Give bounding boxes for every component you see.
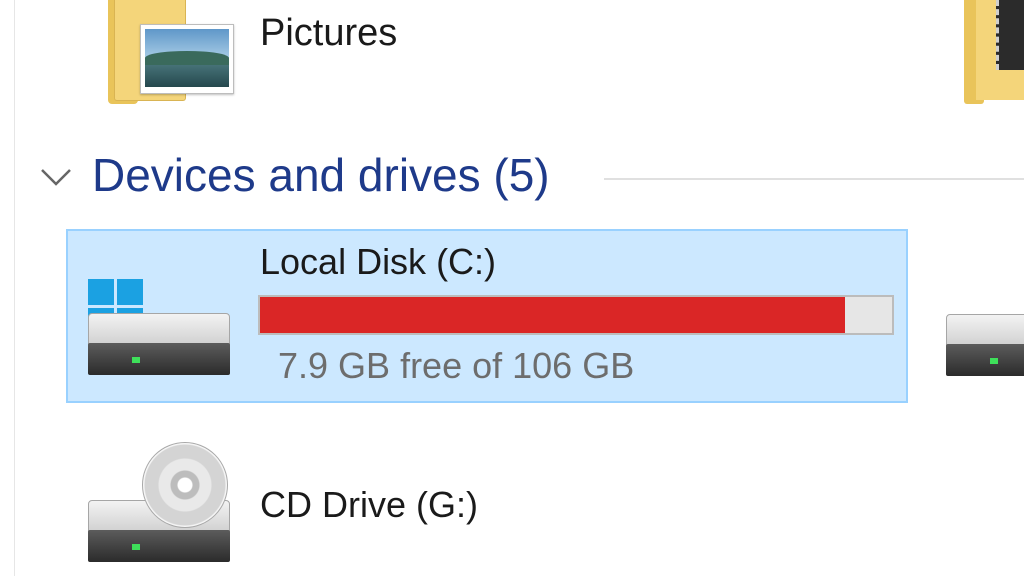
pictures-label: Pictures bbox=[260, 12, 398, 54]
usage-bar-fill bbox=[260, 297, 845, 333]
drive-label: Local Disk (C:) bbox=[260, 241, 497, 282]
section-title[interactable]: Devices and drives (5) bbox=[92, 148, 550, 202]
drive-label: CD Drive (G:) bbox=[260, 484, 478, 525]
film-strip-icon bbox=[996, 0, 1024, 70]
hard-drive-icon bbox=[946, 314, 1024, 378]
pictures-folder-item[interactable]: Pictures bbox=[100, 0, 430, 110]
drive-item-c[interactable]: Local Disk (C:) 7.9 GB free of 106 GB bbox=[66, 229, 908, 403]
pane-edge bbox=[14, 0, 15, 576]
videos-folder-item[interactable] bbox=[964, 0, 1024, 104]
drive-usage-text: 7.9 GB free of 106 GB bbox=[278, 345, 635, 386]
chevron-down-icon[interactable] bbox=[38, 160, 74, 192]
picture-icon bbox=[140, 24, 234, 94]
section-divider bbox=[604, 178, 1024, 180]
drive-item-g[interactable]: CD Drive (G:) bbox=[80, 434, 580, 576]
cd-disc-icon bbox=[142, 442, 228, 528]
usage-bar bbox=[258, 295, 894, 335]
drive-item-next[interactable] bbox=[946, 314, 1024, 386]
hard-drive-icon bbox=[88, 313, 230, 377]
